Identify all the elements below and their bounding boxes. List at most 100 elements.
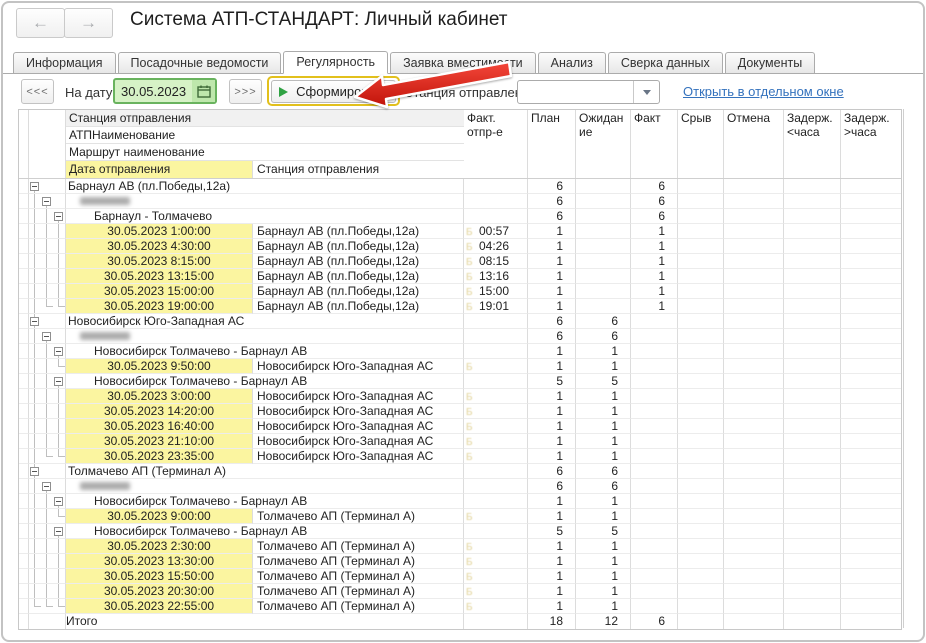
cell-failure xyxy=(678,569,724,584)
tree-collapse-button[interactable] xyxy=(54,212,63,221)
cell-group-label: Барнаул АВ (пл.Победы,12а) xyxy=(66,179,464,194)
tree-collapse-button[interactable] xyxy=(54,497,63,506)
table-row[interactable]: 30.05.2023 1:00:00Барнаул АВ (пл.Победы,… xyxy=(19,224,901,239)
tree-collapse-button[interactable] xyxy=(30,182,39,191)
dropdown-button[interactable] xyxy=(633,81,659,103)
cell-plan: 1 xyxy=(528,239,576,254)
header-departure-date: Дата отправления xyxy=(66,161,253,178)
table-row[interactable]: Новосибирск Толмачево - Барнаул АВ55 xyxy=(19,374,901,389)
cell-group-label: Толмачево АП (Терминал А) xyxy=(66,464,464,479)
calendar-button[interactable] xyxy=(192,80,215,102)
table-row[interactable]: 30.05.2023 14:20:00Новосибирск Юго-Запад… xyxy=(19,404,901,419)
tree-cell xyxy=(29,554,66,569)
cell-fact-departure xyxy=(464,209,528,224)
tab-1[interactable]: Посадочные ведомости xyxy=(118,52,282,73)
tree-hook xyxy=(58,306,65,307)
table-row[interactable]: 30.05.2023 15:00:00Барнаул АВ (пл.Победы… xyxy=(19,284,901,299)
tab-5[interactable]: Сверка данных xyxy=(608,52,723,73)
tab-2[interactable]: Регулярность xyxy=(283,51,388,74)
tree-line xyxy=(46,434,47,449)
tab-0[interactable]: Информация xyxy=(13,52,116,73)
cell-cancel xyxy=(724,404,784,419)
header-station: Станция отправления xyxy=(69,110,191,126)
table-row[interactable]: 30.05.2023 13:15:00Барнаул АВ (пл.Победы… xyxy=(19,269,901,284)
tree-collapse-button[interactable] xyxy=(42,197,51,206)
tab-6[interactable]: Документы xyxy=(725,52,815,73)
tree-cell xyxy=(29,479,66,494)
table-row[interactable]: 30.05.2023 22:55:00Толмачево АП (Термина… xyxy=(19,599,901,614)
table-row[interactable]: 66 xyxy=(19,329,901,344)
prev-day-button[interactable]: <<< xyxy=(21,79,54,104)
table-row[interactable]: 30.05.2023 8:15:00Барнаул АВ (пл.Победы,… xyxy=(19,254,901,269)
open-in-window-link[interactable]: Открыть в отдельном окне xyxy=(683,84,844,99)
table-row[interactable]: 66 xyxy=(19,479,901,494)
date-input[interactable] xyxy=(115,80,192,102)
table-row[interactable]: 30.05.2023 19:00:00Барнаул АВ (пл.Победы… xyxy=(19,299,901,314)
cell-waiting: 1 xyxy=(576,449,631,464)
tree-collapse-button[interactable] xyxy=(54,347,63,356)
tree-collapse-button[interactable] xyxy=(42,332,51,341)
tree-collapse-button[interactable] xyxy=(42,482,51,491)
cell-failure xyxy=(678,479,724,494)
tab-3[interactable]: Заявка вместимости xyxy=(390,52,536,73)
table-row[interactable]: Новосибирск Толмачево - Барнаул АВ11 xyxy=(19,344,901,359)
forward-button[interactable]: → xyxy=(64,8,113,38)
station-filter-input[interactable] xyxy=(518,81,633,103)
tree-collapse-button[interactable] xyxy=(30,317,39,326)
table-row[interactable]: Барнаул АВ (пл.Победы,12а)66 xyxy=(19,179,901,194)
table-row[interactable]: Барнаул - Толмачево66 xyxy=(19,209,901,224)
table-row[interactable]: 30.05.2023 23:35:00Новосибирск Юго-Запад… xyxy=(19,449,901,464)
tree-line xyxy=(34,539,35,554)
header-gutter xyxy=(19,110,29,178)
back-button[interactable]: ← xyxy=(16,8,65,38)
cell-failure xyxy=(678,599,724,614)
table-row[interactable]: Толмачево АП (Терминал А)66 xyxy=(19,464,901,479)
next-day-button[interactable]: >>> xyxy=(229,79,262,104)
cell-waiting: 1 xyxy=(576,494,631,509)
table-row[interactable]: Итого18126 xyxy=(19,614,901,629)
cell-cancel xyxy=(724,239,784,254)
cell-group-label: Новосибирск Толмачево - Барнаул АВ xyxy=(66,344,464,359)
tree-collapse-button[interactable] xyxy=(54,377,63,386)
cell-plan: 1 xyxy=(528,254,576,269)
table-row[interactable]: 30.05.2023 21:10:00Новосибирск Юго-Запад… xyxy=(19,434,901,449)
cell-cancel xyxy=(724,524,784,539)
cell-group-label xyxy=(66,329,464,344)
cell-delay-over-hour xyxy=(841,329,901,344)
generate-button[interactable]: Сформировать xyxy=(271,80,396,103)
table-row[interactable]: 30.05.2023 9:50:00Новосибирск Юго-Западн… xyxy=(19,359,901,374)
tree-cell xyxy=(29,599,66,614)
cell-fact xyxy=(631,359,678,374)
cell-group-label xyxy=(66,194,464,209)
table-row[interactable]: 30.05.2023 9:00:00Толмачево АП (Терминал… xyxy=(19,509,901,524)
table-row[interactable]: 30.05.2023 3:00:00Новосибирск Юго-Западн… xyxy=(19,389,901,404)
route-badge-icon: Б xyxy=(466,556,473,569)
table-row[interactable]: 30.05.2023 13:30:00Толмачево АП (Термина… xyxy=(19,554,901,569)
table-row[interactable]: Новосибирск Толмачево - Барнаул АВ11 xyxy=(19,494,901,509)
tree-cell xyxy=(29,284,66,299)
table-row[interactable]: Новосибирск Толмачево - Барнаул АВ55 xyxy=(19,524,901,539)
cell-failure xyxy=(678,584,724,599)
table-row[interactable]: Новосибирск Юго-Западная АС66 xyxy=(19,314,901,329)
cell-delay-under-hour xyxy=(784,509,841,524)
cell-fact-departure xyxy=(464,614,528,629)
table-row[interactable]: 30.05.2023 16:40:00Новосибирск Юго-Запад… xyxy=(19,419,901,434)
table-row[interactable]: 30.05.2023 20:30:00Толмачево АП (Термина… xyxy=(19,584,901,599)
table-row[interactable]: 30.05.2023 4:30:00Барнаул АВ (пл.Победы,… xyxy=(19,239,901,254)
cell-failure xyxy=(678,329,724,344)
tab-4[interactable]: Анализ xyxy=(538,52,606,73)
table-row[interactable]: 30.05.2023 15:50:00Толмачево АП (Термина… xyxy=(19,569,901,584)
cell-plan: 1 xyxy=(528,569,576,584)
pane-splitter[interactable] xyxy=(903,109,904,628)
cell-delay-over-hour xyxy=(841,299,901,314)
tree-line xyxy=(46,419,47,434)
cell-plan: 1 xyxy=(528,449,576,464)
tree-cell xyxy=(29,419,66,434)
tree-collapse-button[interactable] xyxy=(54,527,63,536)
table-row[interactable]: 30.05.2023 2:30:00Толмачево АП (Терминал… xyxy=(19,539,901,554)
cell-departure-date: 30.05.2023 23:35:00 xyxy=(66,449,253,464)
tree-collapse-button[interactable] xyxy=(30,467,39,476)
cell-plan: 1 xyxy=(528,299,576,314)
row-gutter-cell xyxy=(19,494,29,509)
table-row[interactable]: 66 xyxy=(19,194,901,209)
